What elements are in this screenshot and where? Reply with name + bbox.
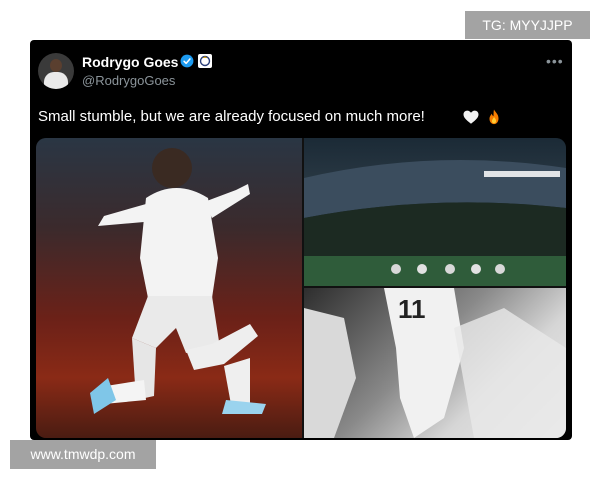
svg-text:11: 11	[398, 294, 426, 324]
avatar-head	[50, 59, 62, 72]
players-illustration: 11	[304, 288, 566, 438]
verified-icon	[180, 54, 194, 68]
author-name[interactable]: Rodrygo Goes	[82, 54, 178, 70]
player-celebration-photo[interactable]	[36, 138, 302, 438]
author-handle[interactable]: @RodrygoGoes	[82, 73, 175, 88]
stadium-crowd-photo[interactable]	[304, 138, 566, 286]
players-black-white-photo[interactable]: 11	[304, 288, 566, 438]
watermark-top: TG: MYYJJPP	[465, 11, 590, 39]
player-celebration-illustration	[90, 148, 266, 414]
avatar[interactable]	[38, 53, 74, 89]
affiliate-badge-icon[interactable]	[198, 54, 212, 68]
more-options-icon[interactable]: •••	[546, 54, 564, 68]
white-heart-icon	[463, 110, 479, 124]
watermark-bottom: www.tmwdp.com	[10, 440, 156, 469]
tweet-card[interactable]: Rodrygo Goes @RodrygoGoes ••• Small stum…	[30, 40, 572, 440]
tweet-text: Small stumble, but we are already focuse…	[38, 108, 425, 125]
stadium-illustration	[304, 160, 566, 286]
fire-icon	[489, 109, 499, 125]
tweet-media-grid[interactable]: 11	[36, 138, 566, 438]
avatar-body	[44, 72, 68, 89]
